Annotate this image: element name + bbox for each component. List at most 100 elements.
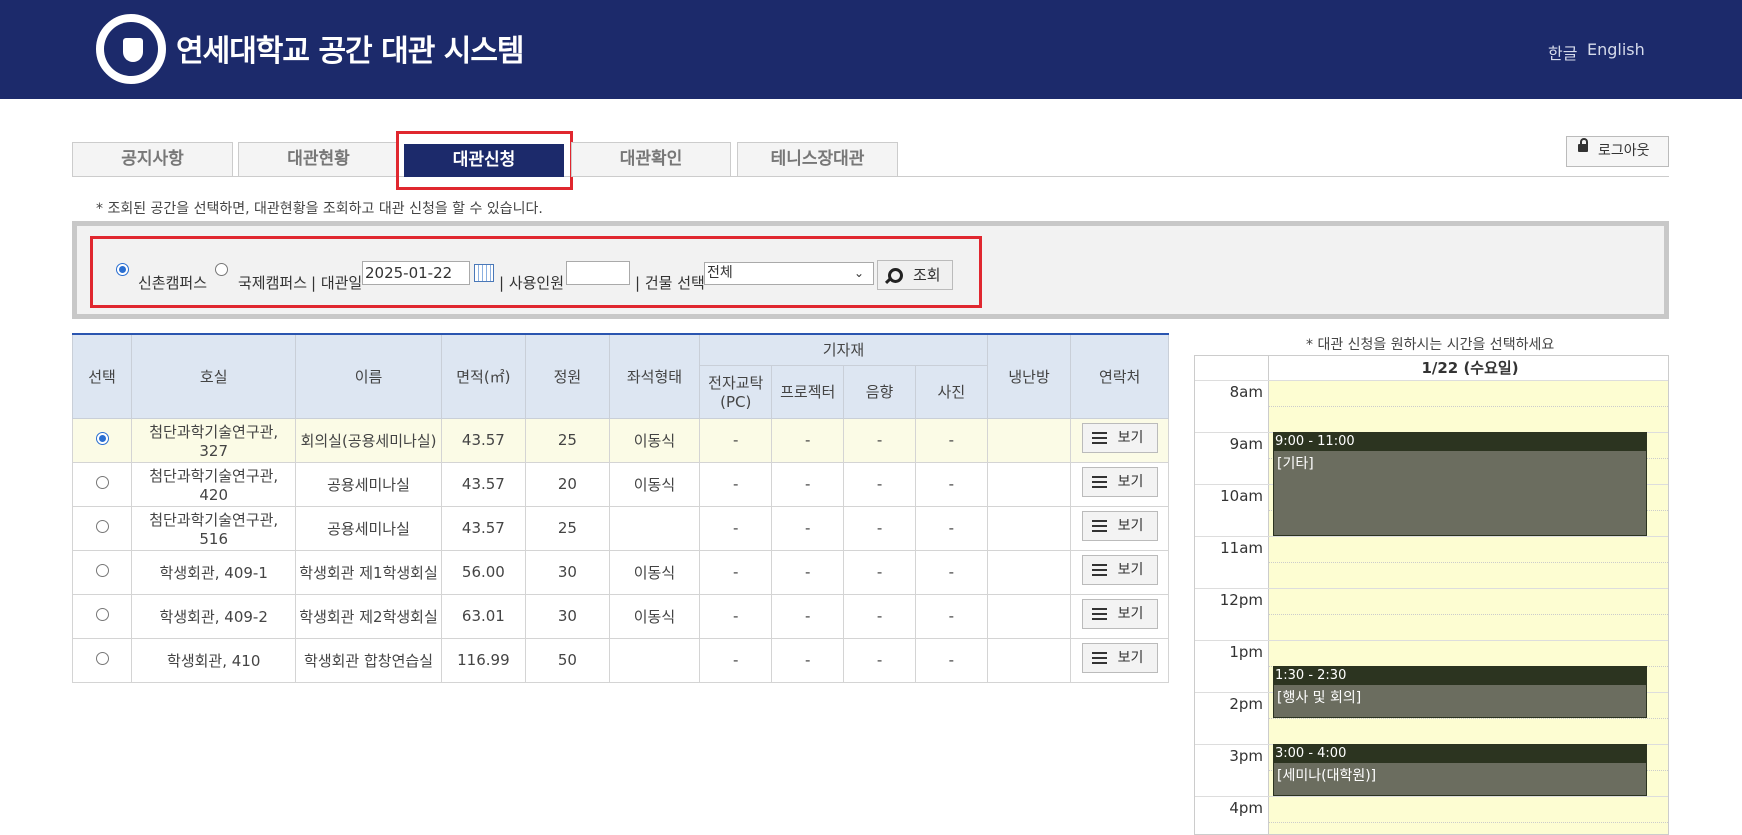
campus-international-radio[interactable] — [215, 263, 228, 276]
search-button[interactable]: 조회 — [877, 260, 953, 290]
hour-gridline — [1195, 536, 1668, 537]
view-contact-button[interactable]: 보기 — [1081, 467, 1158, 497]
half-hour-gridline — [1268, 718, 1668, 719]
name-cell: 학생회관 제1학생회실 — [295, 549, 442, 595]
event-title: [행사 및 회의] — [1277, 690, 1362, 706]
header-eq-sound: 음향 — [843, 364, 916, 419]
name-cell: 회의실(공용세미나실) — [295, 417, 442, 463]
booking-event[interactable]: 9:00 - 11:00 [기타] — [1273, 432, 1647, 536]
tab-confirm[interactable]: 대관확인 — [571, 142, 731, 177]
hvac-cell — [986, 549, 1072, 595]
people-label: | 사용인원 — [499, 274, 565, 292]
hour-gridline — [1195, 796, 1668, 797]
date-input[interactable]: 2025-01-22 — [362, 261, 470, 285]
view-label: 보기 — [1117, 518, 1144, 534]
row-radio[interactable] — [95, 520, 109, 533]
time-label: 12pm — [1219, 591, 1263, 609]
event-time: 1:30 - 2:30 — [1274, 667, 1646, 685]
seating-cell: 이동식 — [608, 549, 701, 595]
time-label: 11am — [1220, 539, 1263, 557]
hvac-cell — [986, 505, 1072, 551]
row-select-radio — [71, 461, 133, 507]
row-radio[interactable] — [95, 564, 109, 577]
schedule-note: * 대관 신청을 원하시는 시간을 선택하세요 — [1306, 337, 1555, 353]
lang-korean-link[interactable]: 한글 — [1548, 40, 1577, 64]
campus-sinchon-radio[interactable] — [116, 263, 129, 276]
header-bar: 연세대학교 공간 대관 시스템 한글 English — [0, 0, 1742, 99]
time-label: 10am — [1220, 487, 1263, 505]
booking-event[interactable]: 1:30 - 2:30 [행사 및 회의] — [1273, 666, 1647, 718]
site-title[interactable]: 연세대학교 공간 대관 시스템 — [176, 26, 525, 70]
view-label: 보기 — [1117, 430, 1144, 446]
row-radio[interactable] — [95, 476, 109, 489]
row-radio[interactable] — [95, 432, 109, 445]
table-row[interactable]: 첨단과학기술연구관, 327 회의실(공용세미나실) 43.57 25 이동식 - - - - 보… — [71, 417, 1169, 463]
pc-cell: - — [699, 637, 773, 683]
header-capacity: 정원 — [525, 333, 610, 419]
projector-cell: - — [771, 637, 845, 683]
capacity-cell: 50 — [525, 637, 610, 683]
header-room: 호실 — [131, 333, 297, 419]
date-label: | 대관일 — [311, 274, 363, 292]
capacity-cell: 30 — [525, 593, 610, 639]
search-icon — [888, 268, 903, 283]
day-header: 1/22 (수요일) — [1268, 356, 1668, 380]
pc-cell: - — [699, 505, 773, 551]
list-icon — [1091, 432, 1107, 444]
tab-status[interactable]: 대관현황 — [238, 142, 399, 177]
table-row[interactable]: 학생회관, 409-1 학생회관 제1학생회실 56.00 30 이동식 - - - - 보기 — [71, 549, 1169, 595]
tab-highlight-box — [396, 131, 573, 190]
sound-cell: - — [843, 637, 916, 683]
time-gutter-divider — [1268, 356, 1269, 834]
half-hour-gridline — [1268, 822, 1668, 823]
time-label: 9am — [1229, 435, 1263, 453]
calendar-icon[interactable] — [474, 264, 494, 282]
event-title: [기타] — [1277, 456, 1314, 472]
row-radio[interactable] — [95, 608, 109, 621]
contact-cell: 보기 — [1070, 549, 1169, 595]
hour-gridline — [1195, 640, 1668, 641]
logout-button[interactable]: 로그아웃 — [1566, 136, 1669, 167]
campus-sinchon-label: 신촌캠퍼스 — [138, 274, 208, 292]
pc-cell: - — [699, 593, 773, 639]
pc-cell: - — [699, 417, 773, 463]
row-radio[interactable] — [95, 652, 109, 665]
table-row[interactable]: 학생회관, 409-2 학생회관 제2학생회실 63.01 30 이동식 - - - - 보기 — [71, 593, 1169, 639]
header-area: 면적(㎡) — [440, 333, 527, 419]
sound-cell: - — [843, 461, 916, 507]
view-contact-button[interactable]: 보기 — [1081, 423, 1158, 453]
time-label: 3pm — [1229, 747, 1263, 765]
sound-cell: - — [843, 593, 916, 639]
lock-icon — [1578, 138, 1588, 152]
area-cell: 43.57 — [440, 505, 527, 551]
header-equipment: 기자재 — [699, 333, 988, 366]
booking-event[interactable]: 3:00 - 4:00 [세미나(대학원)] — [1273, 744, 1647, 796]
view-contact-button[interactable]: 보기 — [1081, 555, 1158, 585]
room-cell: 학생회관, 409-2 — [131, 593, 297, 639]
projector-cell: - — [771, 505, 845, 551]
projector-cell: - — [771, 417, 845, 463]
name-cell: 학생회관 합창연습실 — [295, 637, 442, 683]
hvac-cell — [986, 637, 1072, 683]
tab-notice[interactable]: 공지사항 — [72, 142, 233, 177]
people-input[interactable] — [566, 261, 630, 285]
view-contact-button[interactable]: 보기 — [1081, 599, 1158, 629]
room-cell: 첨단과학기술연구관, 516 — [131, 505, 297, 551]
header-eq-projector: 프로젝터 — [771, 364, 845, 419]
hvac-cell — [986, 461, 1072, 507]
capacity-cell: 20 — [525, 461, 610, 507]
lang-english-link[interactable]: English — [1587, 40, 1645, 59]
sound-cell: - — [843, 549, 916, 595]
table-row[interactable]: 학생회관, 410 학생회관 합창연습실 116.99 50- - - - 보기 — [71, 637, 1169, 683]
rooms-table: 선택 호실 이름 면적(㎡) 정원 좌석형태 기자재 냉난방 연락처 전자교탁(… — [71, 333, 1169, 683]
tab-tennis[interactable]: 테니스장대관 — [737, 142, 898, 177]
yonsei-logo-icon[interactable] — [96, 14, 166, 84]
view-contact-button[interactable]: 보기 — [1081, 511, 1158, 541]
table-row[interactable]: 첨단과학기술연구관, 420 공용세미나실 43.57 20 이동식 - - - - 보기 — [71, 461, 1169, 507]
table-row[interactable]: 첨단과학기술연구관, 516 공용세미나실 43.57 25- - - - 보기 — [71, 505, 1169, 551]
view-contact-button[interactable]: 보기 — [1081, 643, 1158, 673]
list-icon — [1091, 652, 1107, 664]
building-select[interactable]: 전체 — [704, 262, 874, 285]
time-label: 8am — [1229, 383, 1263, 401]
projector-cell: - — [771, 461, 845, 507]
